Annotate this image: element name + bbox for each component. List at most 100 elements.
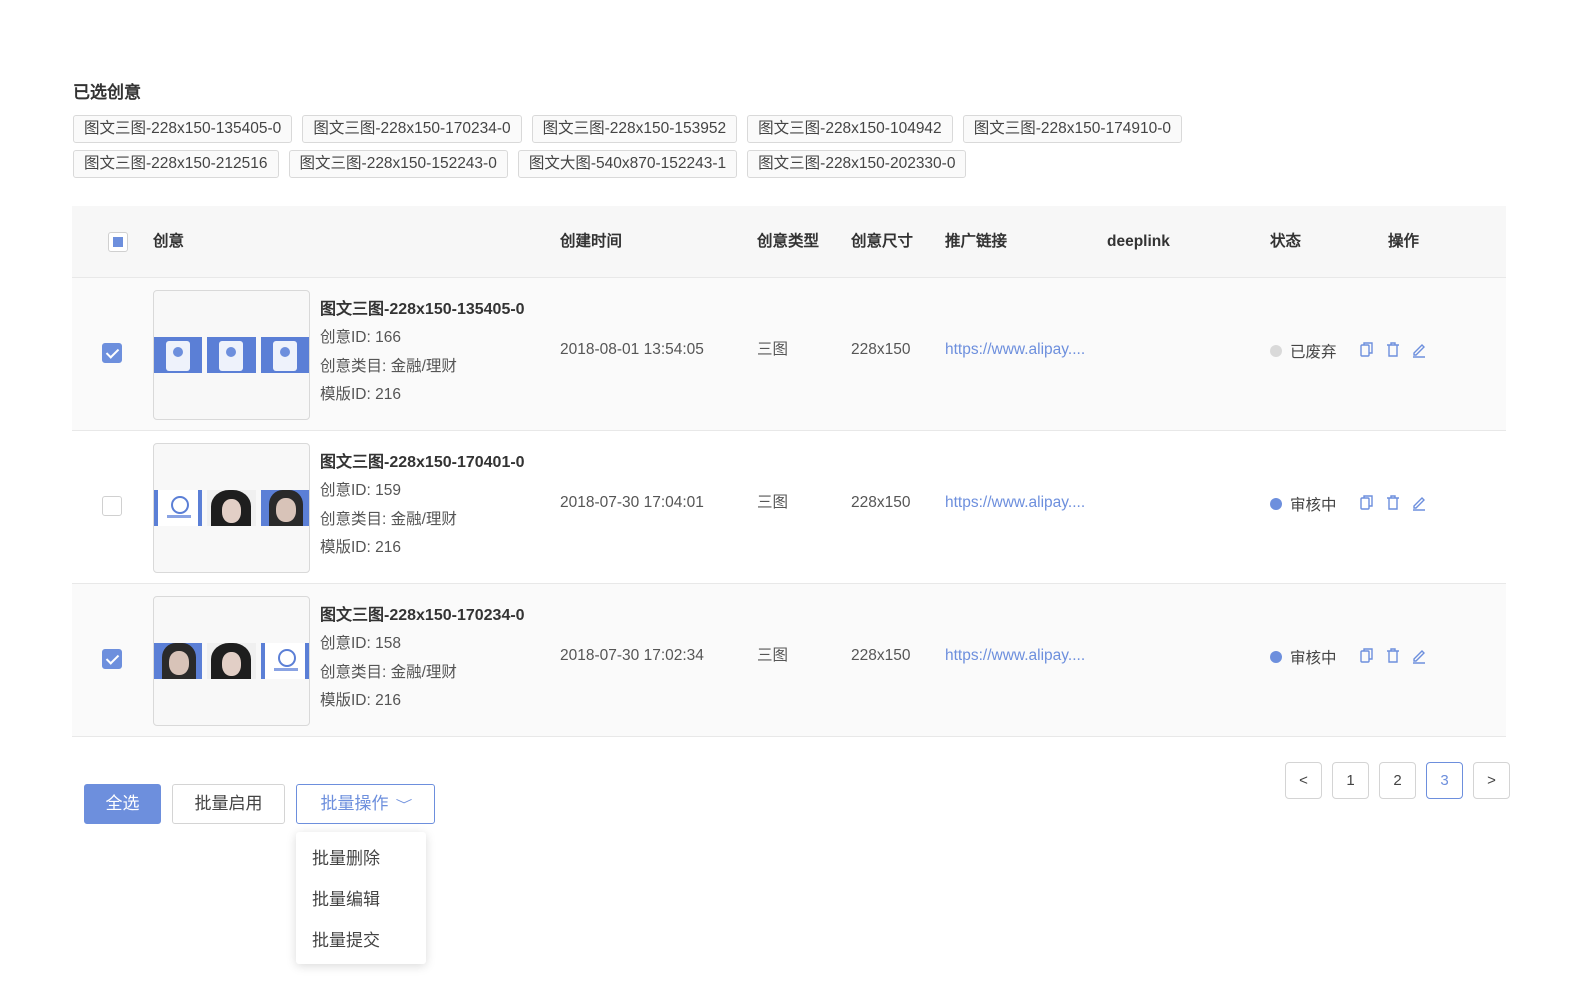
selected-tag[interactable]: 图文大图-540x870-152243-1 <box>517 150 738 178</box>
col-created-time: 创建时间 <box>560 233 623 250</box>
creative-name: 图文三图-228x150-135405-0 <box>320 301 525 318</box>
col-type: 创意类型 <box>757 233 820 250</box>
col-size: 创意尺寸 <box>851 233 914 250</box>
creative-thumbnail[interactable] <box>153 290 310 420</box>
selected-tag[interactable]: 图文三图-228x150-135405-0 <box>73 115 293 143</box>
selected-tag[interactable]: 图文三图-228x150-212516 <box>73 150 279 178</box>
trash-icon[interactable] <box>1386 341 1400 358</box>
table-row: 图文三图-228x150-170234-0 创意ID: 158 创意类目: 金融… <box>72 584 1506 737</box>
creative-category: 创意类目: 金融/理财 <box>320 510 457 528</box>
col-status: 状态 <box>1270 233 1302 250</box>
page: 已选创意 图文三图-228x150-135405-0 图文三图-228x150-… <box>0 0 1596 1000</box>
status-dot <box>1270 651 1282 663</box>
col-actions: 操作 <box>1388 233 1420 250</box>
creative-thumbnail[interactable] <box>153 443 310 573</box>
menu-item-batch-submit[interactable]: 批量提交 <box>296 920 426 961</box>
row-checkbox[interactable] <box>102 343 122 363</box>
col-deeplink: deeplink <box>1107 233 1170 250</box>
table-row: 图文三图-228x150-170401-0 创意ID: 159 创意类目: 金融… <box>72 431 1506 584</box>
menu-item-batch-edit[interactable]: 批量编辑 <box>296 879 426 920</box>
creative-type: 三图 <box>757 494 789 511</box>
thumb-image <box>260 643 309 679</box>
selected-tag[interactable]: 图文三图-228x150-170234-0 <box>302 115 522 143</box>
menu-item-batch-delete[interactable]: 批量删除 <box>296 838 426 879</box>
prev-page-button[interactable]: < <box>1285 762 1322 799</box>
promo-link[interactable]: https://www.alipay.... <box>945 431 1085 584</box>
creative-thumbnail[interactable] <box>153 596 310 726</box>
row-checkbox[interactable] <box>102 649 122 669</box>
edit-icon[interactable] <box>1412 494 1426 511</box>
creative-name: 图文三图-228x150-170401-0 <box>320 454 525 471</box>
thumb-image <box>154 337 203 373</box>
page-button[interactable]: 1 <box>1332 762 1369 799</box>
select-all-button[interactable]: 全选 <box>84 784 161 824</box>
table-row: 图文三图-228x150-135405-0 创意ID: 166 创意类目: 金融… <box>72 278 1506 431</box>
thumb-image <box>154 643 203 679</box>
template-id: 模版ID: 216 <box>320 386 401 403</box>
creative-type: 三图 <box>757 341 789 358</box>
col-promo-link: 推广链接 <box>945 233 1008 250</box>
thumb-image <box>207 337 256 373</box>
copy-icon[interactable] <box>1360 647 1374 664</box>
status-badge: 审核中 <box>1270 646 1337 668</box>
created-time: 2018-07-30 17:04:01 <box>560 494 704 511</box>
row-actions <box>1360 341 1426 358</box>
creative-info: 图文三图-228x150-170234-0 创意ID: 158 创意类目: 金融… <box>320 606 525 720</box>
selected-tags: 图文三图-228x150-135405-0 图文三图-228x150-17023… <box>73 115 1373 185</box>
selected-tag[interactable]: 图文三图-228x150-174910-0 <box>962 115 1182 143</box>
thumb-image <box>207 490 256 526</box>
batch-enable-button[interactable]: 批量启用 <box>172 784 285 824</box>
tag-row-1: 图文三图-228x150-135405-0 图文三图-228x150-17023… <box>73 115 1373 143</box>
status-text: 审核中 <box>1290 650 1337 667</box>
thumb-image <box>260 337 309 373</box>
status-dot <box>1270 345 1282 357</box>
creative-size: 228x150 <box>851 647 911 664</box>
thumb-image <box>260 490 309 526</box>
creative-table: 创意 创建时间 创意类型 创意尺寸 推广链接 deeplink 状态 操作 图文… <box>72 206 1506 737</box>
promo-link[interactable]: https://www.alipay.... <box>945 278 1085 431</box>
status-badge: 审核中 <box>1270 493 1337 515</box>
creative-type: 三图 <box>757 647 789 664</box>
template-id: 模版ID: 216 <box>320 539 401 556</box>
creative-id: 创意ID: 166 <box>320 329 401 346</box>
selected-tag[interactable]: 图文三图-228x150-202330-0 <box>747 150 967 178</box>
batch-ops-menu: 批量删除 批量编辑 批量提交 <box>296 832 426 964</box>
edit-icon[interactable] <box>1412 647 1426 664</box>
status-text: 已废弃 <box>1290 344 1337 361</box>
page-button-current[interactable]: 3 <box>1426 762 1463 799</box>
next-page-button[interactable]: > <box>1473 762 1510 799</box>
copy-icon[interactable] <box>1360 494 1374 511</box>
creative-size: 228x150 <box>851 341 911 358</box>
batch-ops-dropdown[interactable]: 批量操作 ﹀ <box>296 784 435 824</box>
trash-icon[interactable] <box>1386 494 1400 511</box>
created-time: 2018-08-01 13:54:05 <box>560 341 704 358</box>
selected-title: 已选创意 <box>73 83 141 102</box>
status-dot <box>1270 498 1282 510</box>
template-id: 模版ID: 216 <box>320 692 401 709</box>
selected-tag[interactable]: 图文三图-228x150-153952 <box>531 115 738 143</box>
chevron-down-icon: ﹀ <box>396 798 413 812</box>
promo-link[interactable]: https://www.alipay.... <box>945 584 1085 737</box>
creative-size: 228x150 <box>851 494 911 511</box>
edit-icon[interactable] <box>1412 341 1426 358</box>
creative-name: 图文三图-228x150-170234-0 <box>320 607 525 624</box>
selected-tag[interactable]: 图文三图-228x150-104942 <box>747 115 953 143</box>
tag-row-2: 图文三图-228x150-212516 图文三图-228x150-152243-… <box>73 150 1373 178</box>
created-time: 2018-07-30 17:02:34 <box>560 647 704 664</box>
creative-id: 创意ID: 158 <box>320 635 401 652</box>
row-actions <box>1360 494 1426 511</box>
thumb-image <box>154 490 203 526</box>
status-badge: 已废弃 <box>1270 340 1337 362</box>
thumb-image <box>207 643 256 679</box>
row-actions <box>1360 647 1426 664</box>
page-button[interactable]: 2 <box>1379 762 1416 799</box>
selected-tag[interactable]: 图文三图-228x150-152243-0 <box>288 150 508 178</box>
copy-icon[interactable] <box>1360 341 1374 358</box>
status-text: 审核中 <box>1290 497 1337 514</box>
batch-ops-label: 批量操作 <box>320 794 389 813</box>
select-all-checkbox[interactable] <box>108 232 128 252</box>
trash-icon[interactable] <box>1386 647 1400 664</box>
row-checkbox[interactable] <box>102 496 122 516</box>
table-header: 创意 创建时间 创意类型 创意尺寸 推广链接 deeplink 状态 操作 <box>72 206 1506 278</box>
creative-category: 创意类目: 金融/理财 <box>320 663 457 681</box>
